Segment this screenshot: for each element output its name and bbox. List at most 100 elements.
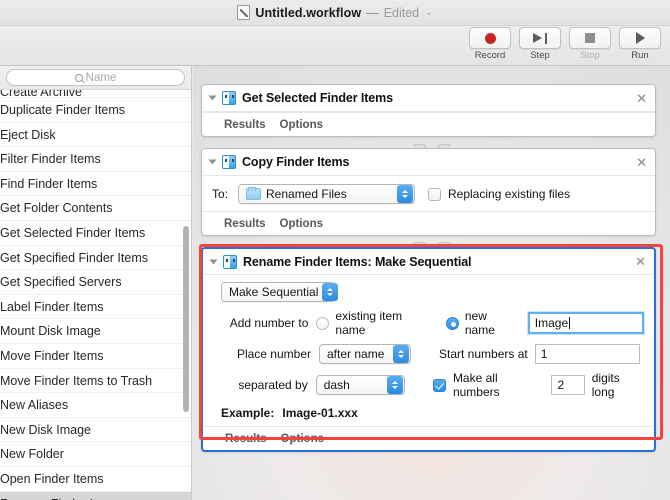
action-header[interactable]: Copy Finder Items ✕ [202, 149, 655, 176]
list-item[interactable]: Eject Disk [0, 123, 191, 148]
place-number-row: Place number after name Start numbers at… [213, 344, 644, 364]
list-item[interactable]: New Disk Image [0, 418, 191, 443]
to-label: To: [212, 187, 229, 201]
results-link[interactable]: Results [224, 218, 266, 230]
folder-icon [246, 186, 261, 200]
toolbar-button-group: Record Step Stop Run [468, 27, 662, 61]
make-all-numbers-checkbox[interactable] [432, 378, 446, 392]
run-button[interactable]: Run [618, 27, 662, 61]
run-button-box[interactable] [619, 27, 661, 49]
chevron-down-icon[interactable]: ⌄ [425, 7, 433, 18]
list-item[interactable]: Find Finder Items [0, 172, 191, 197]
results-link[interactable]: Results [224, 119, 266, 131]
separated-by-value: dash [323, 378, 350, 392]
destination-popup[interactable]: Renamed Files [238, 184, 415, 204]
edited-status: Edited [383, 5, 420, 20]
start-numbers-at-value: 1 [540, 347, 548, 361]
record-button-box[interactable] [469, 27, 511, 49]
canvas-scrollbar[interactable] [662, 66, 669, 500]
list-item[interactable]: Move Finder Items [0, 344, 191, 369]
rename-mode-popup[interactable]: Make Sequential [221, 282, 339, 302]
example-row: Example: Image-01.xxx [213, 406, 644, 420]
stop-button-box[interactable] [569, 27, 611, 49]
actions-sidebar: Name Create Archive Duplicate Finder Item… [0, 66, 192, 500]
close-icon[interactable]: ✕ [635, 255, 646, 268]
step-button[interactable]: Step [518, 27, 562, 61]
action-copy-finder-items[interactable]: Copy Finder Items ✕ To: Renamed Files Re… [201, 148, 656, 236]
replacing-existing-files-checkbox[interactable] [428, 187, 441, 201]
existing-item-name-radio[interactable] [316, 316, 330, 330]
list-item[interactable]: Get Selected Finder Items [0, 221, 191, 246]
sidebar-item-selected[interactable]: Rename Finder Items [0, 491, 191, 500]
digits-long-label: digits long [591, 371, 620, 399]
main-toolbar: Record Step Stop Run [0, 26, 670, 66]
list-item[interactable]: Get Specified Finder Items [0, 246, 191, 271]
list-item[interactable]: Get Folder Contents [0, 196, 191, 221]
close-icon[interactable]: ✕ [636, 92, 647, 105]
list-item[interactable]: Filter Finder Items [0, 147, 191, 172]
stop-button-label: Stop [580, 50, 600, 61]
play-triangle-icon [635, 32, 645, 44]
sidebar-scrollbar[interactable] [183, 226, 189, 412]
list-item[interactable]: Label Finder Items [0, 295, 191, 320]
list-item[interactable]: Move Finder Items to Trash [0, 369, 191, 394]
destination-value: Renamed Files [266, 187, 347, 201]
list-item[interactable]: Create Archive [0, 90, 191, 98]
place-number-label: Place number [236, 347, 311, 361]
title-dash: — [366, 5, 379, 20]
new-name-input[interactable]: Image [527, 312, 644, 334]
step-button-box[interactable] [519, 27, 561, 49]
separated-by-popup[interactable]: dash [315, 375, 405, 395]
replacing-existing-files-label: Replacing existing files [448, 187, 571, 201]
place-number-popup[interactable]: after name [319, 344, 411, 364]
list-item[interactable]: New Folder [0, 442, 191, 467]
start-numbers-at-input[interactable]: 1 [534, 344, 640, 364]
list-item[interactable]: New Aliases [0, 393, 191, 418]
options-link[interactable]: Options [280, 119, 323, 131]
options-link[interactable]: Options [280, 218, 323, 230]
new-name-radio[interactable] [445, 316, 459, 330]
record-button[interactable]: Record [468, 27, 512, 61]
search-icon [74, 73, 83, 82]
action-title: Rename Finder Items: Make Sequential [243, 254, 472, 269]
action-header[interactable]: Get Selected Finder Items ✕ [202, 85, 655, 112]
action-get-selected-finder-items[interactable]: Get Selected Finder Items ✕ Results Opti… [201, 84, 656, 137]
disclosure-triangle-icon[interactable] [209, 259, 218, 264]
separated-by-label: separated by [238, 378, 308, 392]
options-link[interactable]: Options [281, 433, 324, 445]
list-item[interactable]: Mount Disk Image [0, 319, 191, 344]
new-name-value: Image [534, 316, 569, 330]
popup-stepper-icon[interactable] [386, 376, 403, 394]
mode-row: Make Sequential [213, 282, 644, 302]
popup-stepper-icon[interactable] [397, 185, 413, 203]
place-number-value: after name [327, 347, 385, 361]
list-item[interactable]: Get Specified Servers [0, 270, 191, 295]
action-footer: Results Options [202, 112, 655, 136]
action-rename-finder-items[interactable]: Rename Finder Items: Make Sequential ✕ M… [201, 247, 656, 452]
results-link[interactable]: Results [225, 433, 267, 445]
action-footer: Results Options [202, 211, 655, 235]
list-item[interactable]: Duplicate Finder Items [0, 98, 191, 123]
run-button-label: Run [631, 50, 649, 61]
disclosure-triangle-icon[interactable] [208, 95, 217, 101]
workflow-canvas: Get Selected Finder Items ✕ Results Opti… [193, 66, 670, 500]
action-header[interactable]: Rename Finder Items: Make Sequential ✕ [203, 249, 654, 275]
action-title: Copy Finder Items [242, 155, 350, 169]
action-body: To: Renamed Files Replacing existing fil… [202, 176, 655, 211]
stop-button[interactable]: Stop [568, 27, 612, 61]
action-library-list[interactable]: Create Archive Duplicate Finder Items Ejec… [0, 90, 191, 500]
window-titlebar: Untitled.workflow — Edited ⌄ [0, 0, 670, 26]
text-caret [569, 317, 571, 329]
destination-row: To: Renamed Files Replacing existing fil… [212, 184, 645, 204]
popup-stepper-icon[interactable] [322, 283, 339, 301]
automator-window: Untitled.workflow — Edited ⌄ Record Step [0, 0, 670, 500]
search-input[interactable]: Name [6, 69, 185, 86]
rename-mode-value: Make Sequential [229, 285, 319, 299]
finder-icon [222, 91, 236, 105]
finder-icon [222, 155, 236, 169]
list-item[interactable]: Open Finder Items [0, 467, 191, 492]
disclosure-triangle-icon[interactable] [208, 159, 217, 165]
digits-count-input[interactable]: 2 [551, 375, 585, 395]
popup-stepper-icon[interactable] [393, 345, 409, 363]
close-icon[interactable]: ✕ [636, 156, 647, 169]
